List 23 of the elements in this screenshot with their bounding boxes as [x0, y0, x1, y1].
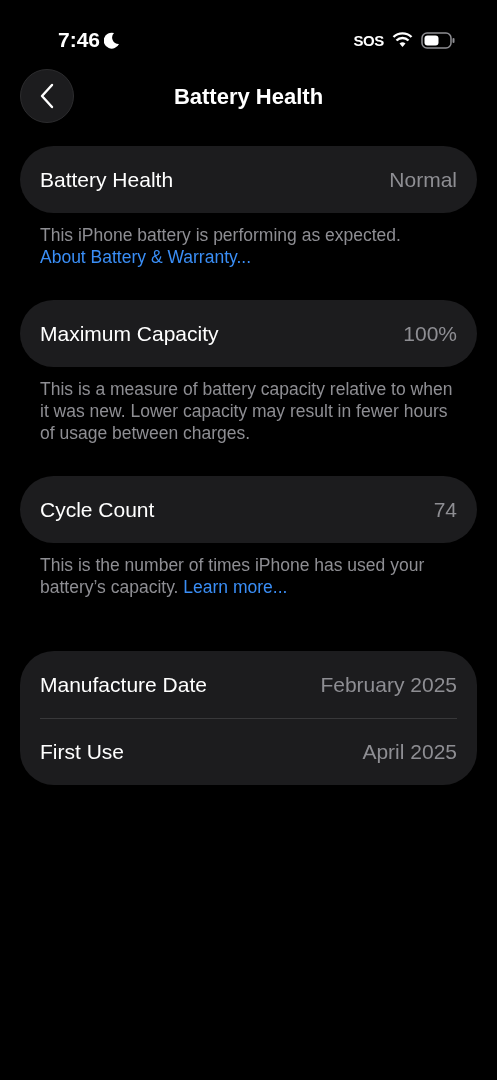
- row-label: First Use: [40, 739, 124, 766]
- footer-note: This iPhone battery is performing as expected. About Battery & Warranty...: [39, 224, 402, 268]
- row-value: February 2025: [320, 671, 457, 698]
- back-button[interactable]: [20, 69, 74, 123]
- row-label: Maximum Capacity: [40, 320, 219, 347]
- row-value: April 2025: [362, 739, 457, 766]
- footer-note: This is the number of times iPhone has used your battery’s capacity. Learn more...: [39, 554, 426, 598]
- page-title: Battery Health: [173, 82, 324, 111]
- moon-icon: [104, 31, 121, 49]
- wifi-icon: [392, 32, 413, 48]
- chevron-left-icon: [40, 83, 54, 109]
- battery-icon: [421, 31, 455, 49]
- clock-time: 7:46: [58, 27, 101, 54]
- footer-note: This is a measure of battery capacity relative to when it was new. Lower capacity may result in fewer hours of usage between charges.: [39, 378, 454, 444]
- help-link[interactable]: About Battery & Warranty...: [40, 247, 252, 267]
- row-label: Manufacture Date: [40, 671, 207, 698]
- row-value: 100%: [403, 320, 457, 347]
- row-value: Normal: [389, 166, 457, 193]
- row-label: Cycle Count: [40, 496, 155, 523]
- row-label: Battery Health: [40, 166, 174, 193]
- help-link[interactable]: Learn more...: [183, 577, 288, 597]
- row-value: 74: [433, 496, 457, 523]
- sos-label: SOS: [353, 32, 384, 48]
